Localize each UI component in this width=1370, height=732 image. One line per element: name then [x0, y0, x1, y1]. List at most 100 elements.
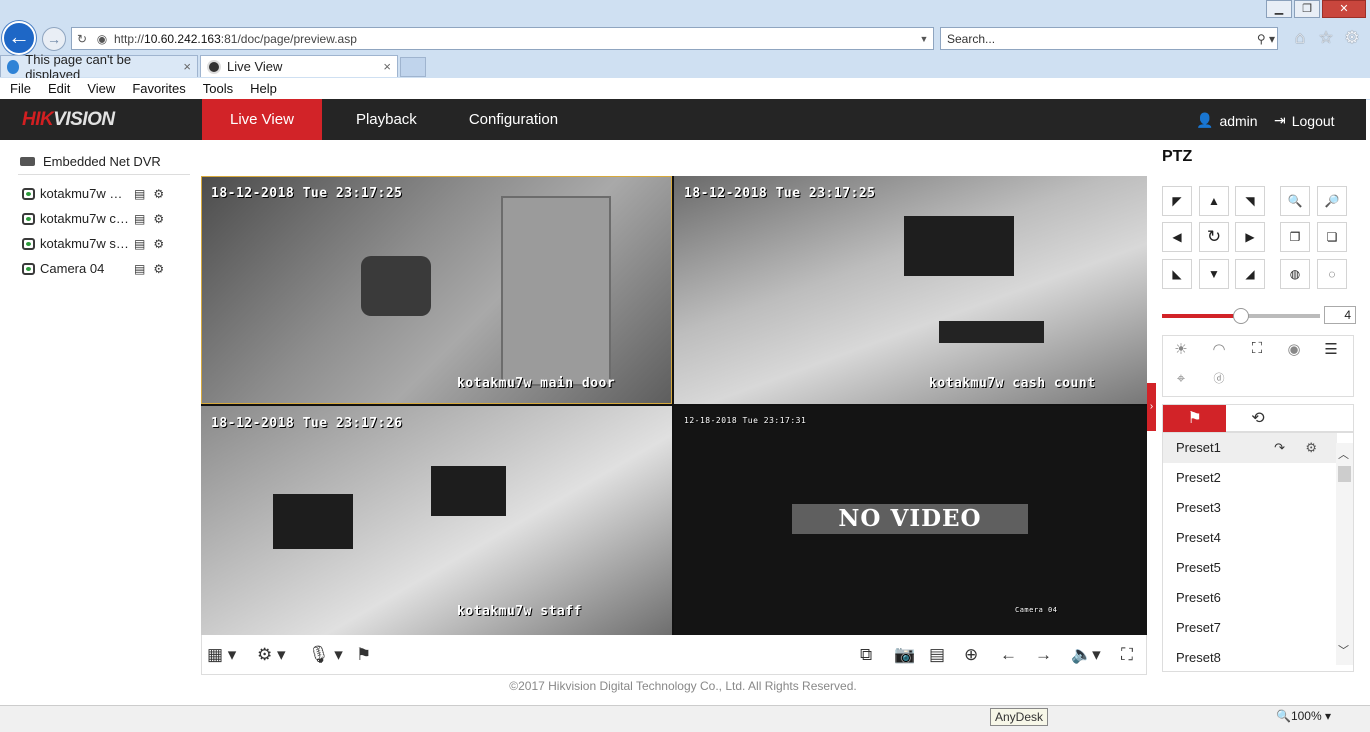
address-text[interactable]: http://10.60.242.163:81/doc/page/preview… — [112, 32, 915, 46]
voice-talk-icon[interactable]: ⚑ — [356, 645, 371, 665]
favorites-star-icon[interactable]: ☆ — [1316, 28, 1336, 48]
zoom-level[interactable]: 🔍100% ▾ — [1276, 709, 1331, 723]
address-dropdown-icon[interactable]: ▼ — [915, 34, 933, 44]
stream-type-icon[interactable]: ⚙ ▾ — [257, 645, 286, 665]
preset-item[interactable]: Preset2 — [1163, 463, 1337, 493]
new-tab-button[interactable] — [400, 57, 426, 77]
camera-item-main-door[interactable]: kotakmu7w main door ▤ ⚙ — [22, 186, 164, 201]
tab-patrol[interactable]: ⟲ — [1226, 405, 1289, 432]
tab-close-icon[interactable]: × — [383, 59, 391, 74]
preset-item[interactable]: Preset4 — [1163, 523, 1337, 553]
user-menu[interactable]: 👤 admin — [1196, 112, 1258, 129]
record-icon[interactable]: ▤ — [134, 212, 145, 226]
camera-item-cash-counter[interactable]: kotakmu7w cash counter ▤ ⚙ — [22, 211, 164, 226]
previous-page-icon[interactable]: ← — [1000, 645, 1017, 665]
logout-button[interactable]: ⇥ Logout — [1274, 112, 1335, 129]
ptz-left-button[interactable]: ◀ — [1162, 222, 1192, 252]
call-preset-icon[interactable]: ↷ — [1274, 433, 1285, 463]
ptz-icon[interactable]: ⚙ — [153, 237, 164, 251]
video-window-2[interactable]: 18-12-2018 Tue 23:17:25 kotakmu7w cash c… — [674, 176, 1147, 404]
light-icon[interactable]: ☀ — [1162, 340, 1200, 358]
search-box[interactable]: Search... ⚲ ▾ — [940, 27, 1278, 50]
set-preset-gear-icon[interactable]: ⚙ — [1305, 433, 1317, 463]
address-bar[interactable]: ↻ ◉ http://10.60.242.163:81/doc/page/pre… — [71, 27, 934, 50]
scroll-down-icon[interactable]: ﹀ — [1338, 642, 1349, 658]
preset-item[interactable]: Preset5 — [1163, 553, 1337, 583]
menu-edit[interactable]: Edit — [48, 81, 70, 96]
preset-item[interactable]: Preset7 — [1163, 613, 1337, 643]
3d-zoom-icon[interactable]: ⓓ — [1200, 370, 1238, 386]
ptz-up-right-button[interactable]: ◥ — [1235, 186, 1265, 216]
window-layout-icon[interactable]: ▦ ▾ — [207, 645, 236, 665]
video-window-4[interactable]: 12-18-2018 Tue 23:17:31 NO VIDEO Camera … — [674, 406, 1147, 635]
menu-view[interactable]: View — [87, 81, 115, 96]
ptz-up-button[interactable]: ▲ — [1199, 186, 1229, 216]
volume-icon[interactable]: 🔈▾ — [1071, 645, 1101, 665]
menu-file[interactable]: File — [10, 81, 31, 96]
tab-error-page[interactable]: This page can't be displayed × — [0, 52, 198, 82]
dvr-root-node[interactable]: Embedded Net DVR — [20, 154, 161, 169]
record-icon[interactable]: ▤ — [134, 237, 145, 251]
tab-live-view[interactable]: Live View × — [200, 55, 398, 77]
search-icon[interactable]: ⚲ ▾ — [1255, 32, 1277, 46]
nav-playback[interactable]: Playback — [322, 99, 443, 140]
zoom-in-icon[interactable]: 🔎 — [1317, 186, 1347, 216]
scroll-up-icon[interactable]: ︿ — [1338, 446, 1349, 462]
manual-track-icon[interactable]: ⌖ — [1162, 370, 1200, 387]
tab-presets[interactable]: ⚑ — [1163, 405, 1227, 432]
ptz-icon[interactable]: ⚙ — [153, 212, 164, 226]
restore-button[interactable]: ❐ — [1294, 0, 1320, 18]
ptz-right-button[interactable]: ▶ — [1235, 222, 1265, 252]
iris-close-icon[interactable]: ◌ — [1317, 259, 1347, 289]
preset-item[interactable]: Preset1 ↷ ⚙ — [1163, 433, 1337, 463]
focus-far-icon[interactable]: ❏ — [1317, 222, 1347, 252]
tab-pattern[interactable] — [1290, 405, 1353, 432]
fullscreen-icon[interactable]: ⛶ — [1121, 645, 1133, 665]
home-icon[interactable]: ⌂ — [1290, 28, 1310, 48]
back-button[interactable]: ← — [2, 21, 36, 55]
nav-live-view[interactable]: Live View — [202, 99, 322, 140]
next-page-icon[interactable]: → — [1035, 645, 1052, 665]
settings-gear-icon[interactable]: ⚙ — [1342, 28, 1362, 48]
ptz-down-right-button[interactable]: ◢ — [1235, 259, 1265, 289]
menu-help[interactable]: Help — [250, 81, 277, 96]
record-icon[interactable]: ▤ — [134, 262, 145, 276]
wiper-icon[interactable]: ◠ — [1200, 340, 1238, 358]
ptz-up-left-button[interactable]: ◤ — [1162, 186, 1192, 216]
focus-near-icon[interactable]: ❐ — [1280, 222, 1310, 252]
record-all-icon[interactable]: ▤ — [929, 645, 945, 665]
ptz-icon[interactable]: ⚙ — [153, 262, 164, 276]
digital-zoom-icon[interactable]: ⊕ — [964, 645, 978, 665]
record-icon[interactable]: ▤ — [134, 187, 145, 201]
ptz-down-button[interactable]: ▼ — [1199, 259, 1229, 289]
ptz-speed-knob[interactable] — [1233, 308, 1249, 324]
collapse-panel-handle[interactable]: › — [1147, 383, 1156, 431]
preset-item[interactable]: Preset3 — [1163, 493, 1337, 523]
tab-close-icon[interactable]: × — [183, 59, 191, 74]
menu-tools[interactable]: Tools — [203, 81, 233, 96]
ptz-icon[interactable]: ⚙ — [153, 187, 164, 201]
camera-item-camera-04[interactable]: Camera 04 ▤ ⚙ — [22, 261, 164, 276]
preset-scroll-thumb[interactable] — [1338, 466, 1351, 482]
iris-open-icon[interactable]: ◍ — [1280, 259, 1310, 289]
close-window-button[interactable]: ✕ — [1322, 0, 1366, 18]
video-window-3[interactable]: 18-12-2018 Tue 23:17:26 kotakmu7w staff — [201, 406, 672, 635]
forward-button[interactable]: → — [42, 27, 66, 51]
preset-item[interactable]: Preset8 — [1163, 643, 1337, 671]
minimize-button[interactable]: ▁ — [1266, 0, 1292, 18]
zoom-out-icon[interactable]: 🔍 — [1280, 186, 1310, 216]
microphone-icon[interactable]: 🎙 ▾ — [308, 645, 343, 665]
nav-configuration[interactable]: Configuration — [443, 99, 584, 140]
lens-init-icon[interactable]: ◉ — [1275, 340, 1313, 358]
auto-focus-icon[interactable]: ⛶ — [1238, 340, 1276, 357]
preset-item[interactable]: Preset6 — [1163, 583, 1337, 613]
ptz-auto-pan-button[interactable]: ↻ — [1199, 222, 1229, 252]
stop-all-icon[interactable]: ⧉ — [860, 645, 872, 665]
ptz-down-left-button[interactable]: ◣ — [1162, 259, 1192, 289]
capture-icon[interactable]: 📷 — [894, 645, 915, 665]
video-window-1[interactable]: 18-12-2018 Tue 23:17:25 kotakmu7w main d… — [201, 176, 672, 404]
menu-icon[interactable]: ☰ — [1312, 340, 1350, 358]
camera-item-staff[interactable]: kotakmu7w staff ▤ ⚙ — [22, 236, 164, 251]
menu-favorites[interactable]: Favorites — [132, 81, 185, 96]
refresh-icon[interactable]: ↻ — [72, 32, 92, 46]
